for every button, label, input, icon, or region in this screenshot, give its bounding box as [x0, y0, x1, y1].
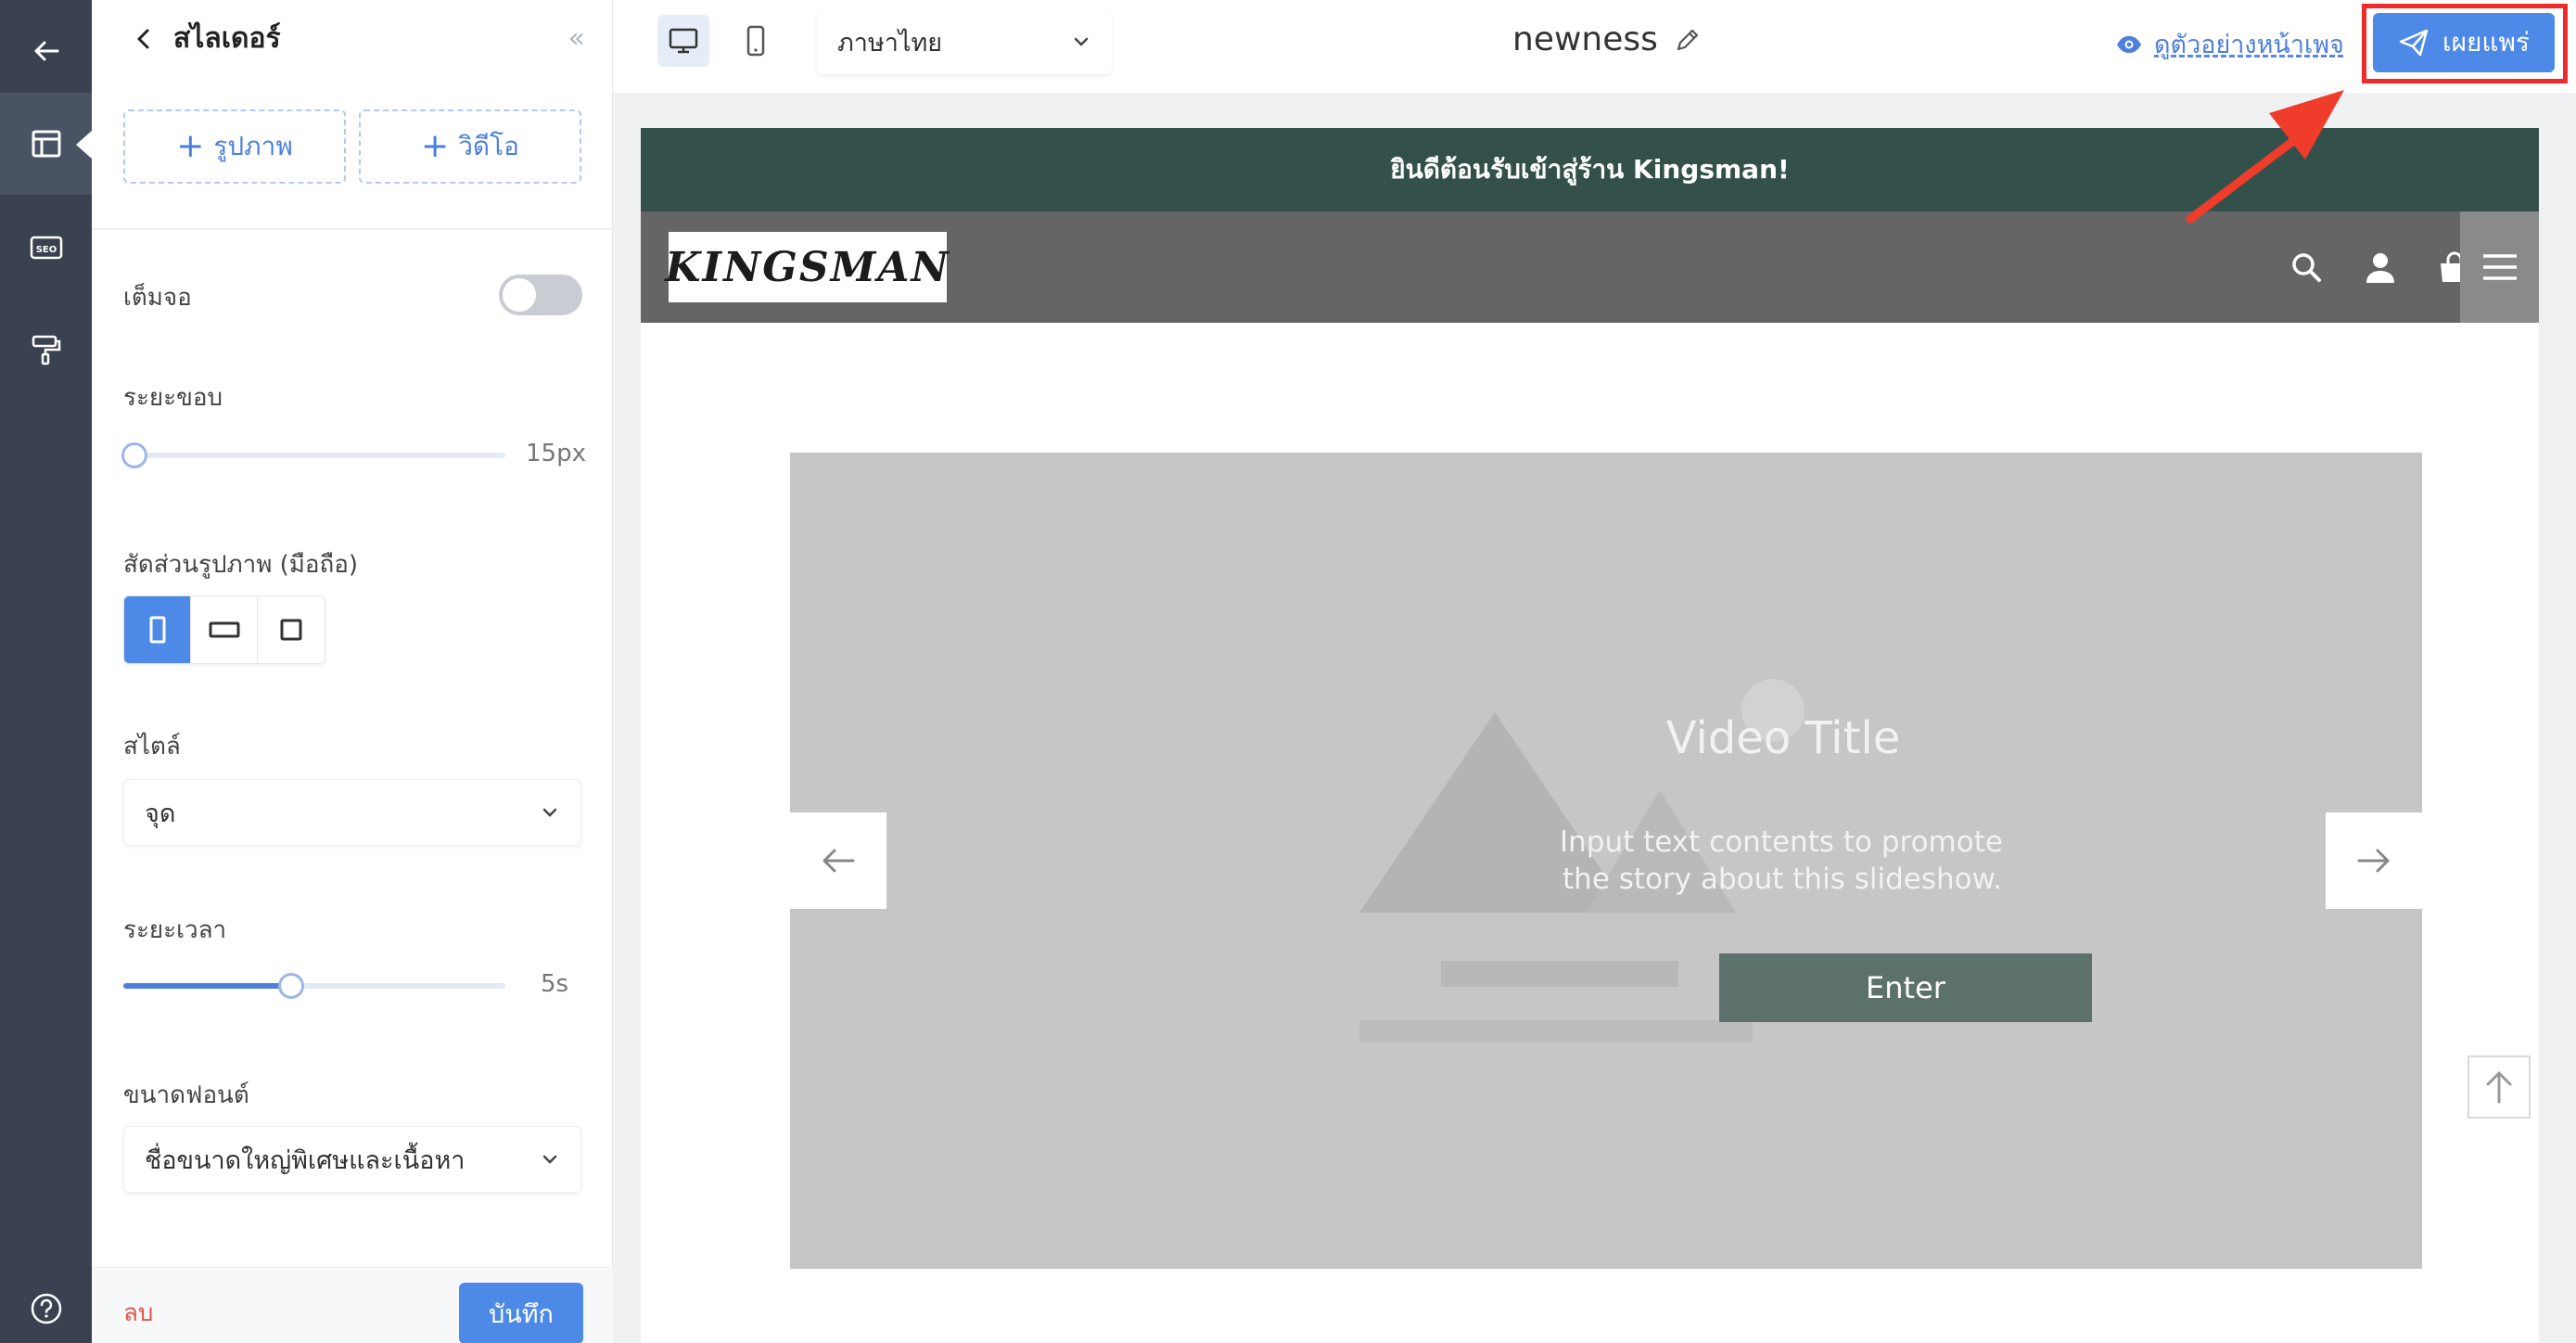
landscape-icon [209, 621, 239, 638]
ratio-selector [123, 595, 325, 664]
back-arrow-icon[interactable] [0, 0, 92, 102]
ratio-label: สัดส่วนรูปภาพ (มือถือ) [123, 551, 359, 579]
layout-icon[interactable] [0, 93, 93, 195]
padding-value: 15px [526, 440, 586, 467]
padding-label: ระยะขอบ [123, 384, 223, 412]
slide-description-line: Input text contents to promote your even… [1560, 825, 2005, 859]
square-icon [280, 619, 302, 641]
search-icon[interactable] [2284, 245, 2328, 289]
chevron-down-icon [1074, 37, 1089, 46]
slide-description: Input text contents to promote your even… [1560, 824, 2005, 898]
fullscreen-toggle[interactable] [499, 275, 582, 315]
fontsize-label: ขนาดฟอนต์ [123, 1081, 249, 1109]
settings-panel: สไลเดอร์ « + รูปภาพ + วิดีโอ เต็มจอ ระยะ… [92, 0, 613, 1343]
slide-next-button[interactable] [2326, 812, 2422, 909]
collapse-panel-icon[interactable]: « [568, 20, 585, 58]
add-video-label: วิดีโอ [458, 131, 519, 161]
editor-canvas: ยินดีต้อนรับเข้าสู่ร้าน Kingsman! KINGSM… [613, 93, 2576, 1343]
style-select-value: จุด [145, 799, 176, 828]
page-name[interactable]: newness [1512, 20, 1702, 58]
panel-title: สไลเดอร์ [173, 22, 281, 55]
slide-enter-button[interactable]: Enter [1719, 953, 2092, 1022]
duration-label: ระยะเวลา [123, 916, 227, 944]
slide-prev-button[interactable] [790, 812, 886, 909]
user-icon[interactable] [2358, 245, 2403, 289]
chevron-left-icon[interactable] [125, 20, 162, 58]
fontsize-select[interactable]: ชื่อขนาดใหญ่พิเศษและเนื้อหา [123, 1126, 581, 1193]
site-preview: ยินดีต้อนรับเข้าสู่ร้าน Kingsman! KINGSM… [641, 128, 2539, 1343]
slider-slide: Video Title Input text contents to promo… [790, 453, 2422, 1269]
delete-link[interactable]: ลบ [123, 1294, 153, 1332]
ratio-square-button[interactable] [258, 596, 325, 663]
portrait-icon [149, 616, 165, 644]
save-button[interactable]: บันทึก [459, 1283, 583, 1343]
arrow-left-icon [823, 849, 855, 873]
active-notch [76, 130, 93, 160]
style-select[interactable]: จุด [123, 779, 581, 846]
preview-page-link[interactable]: ดูตัวอย่างหน้าเพจ [2115, 24, 2344, 64]
ratio-landscape-button[interactable] [191, 596, 258, 663]
desktop-icon [669, 28, 698, 54]
announcement-bar: ยินดีต้อนรับเข้าสู่ร้าน Kingsman! [641, 128, 2539, 211]
hamburger-menu-icon[interactable] [2460, 211, 2539, 323]
ratio-portrait-button[interactable] [124, 596, 191, 663]
language-value: ภาษาไทย [837, 28, 943, 58]
fullscreen-label: เต็มจอ [123, 284, 192, 312]
left-rail: SEO [0, 0, 93, 1343]
duration-slider[interactable] [123, 973, 505, 999]
duration-slider-handle[interactable] [278, 973, 305, 999]
arrow-right-icon [2357, 849, 2390, 873]
duration-slider-fill [123, 983, 292, 989]
publish-highlight-box [2362, 4, 2568, 83]
pencil-icon [1677, 29, 1698, 50]
duration-value: 5s [541, 970, 569, 998]
chevron-down-icon [542, 808, 557, 817]
paint-roller-icon[interactable] [0, 299, 92, 401]
mobile-icon [746, 25, 765, 57]
add-image-label: รูปภาพ [213, 131, 293, 161]
seo-icon[interactable]: SEO [0, 197, 92, 299]
panel-footer: ลบ บันทึก [92, 1267, 613, 1343]
help-icon[interactable] [0, 1258, 92, 1343]
back-to-top-button[interactable] [2468, 1055, 2531, 1119]
mobile-view-button[interactable] [730, 15, 782, 67]
eye-icon [2117, 35, 2141, 53]
slide-description-line: the story about this slideshow. [1562, 863, 2002, 896]
padding-slider[interactable] [121, 442, 505, 468]
language-select[interactable]: ภาษาไทย [817, 9, 1112, 74]
panel-header: สไลเดอร์ « [92, 0, 613, 78]
style-label: สไตล์ [123, 733, 181, 761]
plus-icon: + [176, 127, 205, 165]
add-video-button[interactable]: + วิดีโอ [359, 109, 581, 184]
desktop-view-button[interactable] [657, 15, 709, 67]
preview-page-label: ดูตัวอย่างหน้าเพจ [2154, 31, 2344, 59]
add-image-button[interactable]: + รูปภาพ [123, 109, 346, 184]
padding-slider-handle[interactable] [121, 442, 148, 468]
svg-text:SEO: SEO [35, 245, 57, 255]
arrow-up-icon [2486, 1071, 2512, 1104]
slide-title: Video Title [1665, 712, 1901, 764]
site-header: KINGSMAN [641, 211, 2539, 323]
site-logo[interactable]: KINGSMAN [665, 232, 949, 302]
plus-icon: + [421, 127, 450, 165]
chevron-down-icon [542, 1155, 557, 1164]
page-name-text: newness [1512, 20, 1658, 58]
fontsize-select-value: ชื่อขนาดใหญ่พิเศษและเนื้อหา [145, 1145, 465, 1175]
top-bar: ภาษาไทย newness ดูตัวอย่างหน้าเพจ เผยแพร… [613, 0, 2576, 93]
panel-divider [92, 228, 613, 230]
